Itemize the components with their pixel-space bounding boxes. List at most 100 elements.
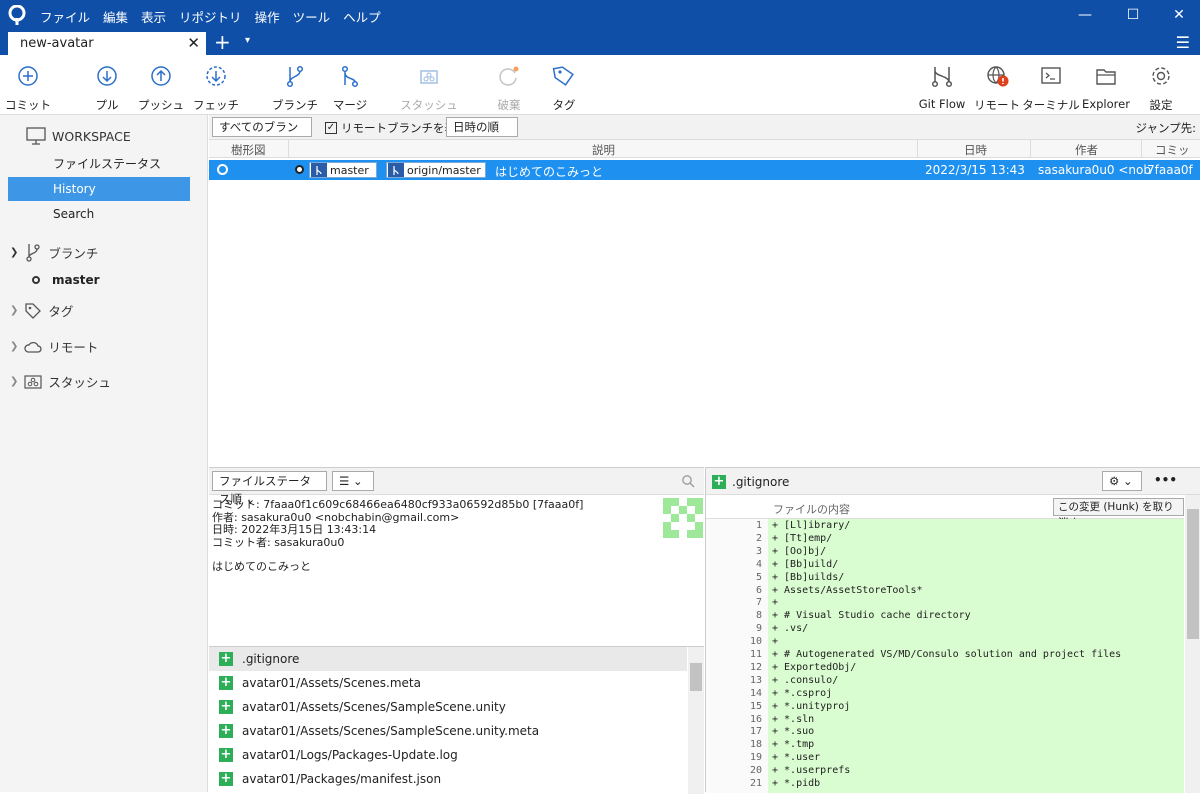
- more-options-icon[interactable]: •••: [1154, 473, 1177, 487]
- column-divider[interactable]: [1030, 140, 1031, 158]
- gitflow-icon: [931, 67, 953, 88]
- column-divider[interactable]: [1141, 140, 1142, 158]
- line-number: 18: [749, 739, 762, 751]
- minimize-button[interactable]: —: [1074, 4, 1096, 26]
- line-code[interactable]: +: [768, 636, 1184, 649]
- column-divider[interactable]: [288, 140, 289, 158]
- commit-button[interactable]: コミット: [0, 63, 58, 113]
- gitflow-button[interactable]: Git Flow: [912, 63, 972, 111]
- tag-icon: [25, 302, 42, 319]
- line-code[interactable]: + ExportedObj/: [768, 661, 1184, 675]
- changed-files-list: + .gitignore + avatar01/Assets/Scenes.meta…: [209, 646, 704, 794]
- col-graph[interactable]: 樹形図: [231, 142, 266, 158]
- tag-button[interactable]: タグ: [534, 63, 594, 113]
- diff-scrollbar[interactable]: [1185, 495, 1200, 793]
- merge-button[interactable]: マージ: [320, 63, 380, 113]
- remote-button[interactable]: リモート: [967, 63, 1027, 113]
- file-sort-dropdown[interactable]: ファイルステータス順 ⌄: [212, 471, 327, 506]
- menu-file[interactable]: ファイル: [40, 7, 90, 26]
- chevron-right-icon: ❯: [10, 305, 19, 316]
- tab-list-dropdown[interactable]: ▾: [245, 35, 250, 46]
- menu-repository[interactable]: リポジトリ: [179, 7, 242, 26]
- diff-line: 9 + .vs/: [706, 623, 1184, 637]
- line-code[interactable]: + # Visual Studio cache directory: [768, 610, 1184, 624]
- file-view-dropdown[interactable]: ☰ ⌄: [332, 471, 374, 491]
- line-code[interactable]: + *.sln: [768, 713, 1184, 727]
- pull-button[interactable]: プル: [77, 63, 137, 113]
- repo-tab[interactable]: new-avatar ✕: [8, 32, 206, 55]
- branch-tag-master: master: [309, 162, 377, 178]
- file-list-scrollbar[interactable]: [688, 647, 704, 794]
- line-code[interactable]: + Assets/AssetStoreTools*: [768, 584, 1184, 598]
- search-icon[interactable]: [681, 474, 695, 488]
- sidebar-branch-master[interactable]: master: [32, 273, 100, 287]
- line-code[interactable]: + .vs/: [768, 623, 1184, 637]
- discard-button[interactable]: 破棄: [479, 63, 539, 113]
- line-code[interactable]: + [Bb]uilds/: [768, 571, 1184, 585]
- scrollbar-thumb[interactable]: [690, 663, 702, 691]
- line-code[interactable]: + *.tmp: [768, 739, 1184, 753]
- col-date[interactable]: 日時: [964, 142, 987, 158]
- sidebar-item-search[interactable]: Search: [8, 202, 190, 226]
- monitor-icon: [26, 127, 46, 145]
- file-row[interactable]: + avatar01/Packages/manifest.json: [209, 767, 687, 791]
- branch-tag-icon: [388, 163, 404, 177]
- explorer-button[interactable]: Explorer: [1076, 63, 1136, 111]
- line-code[interactable]: + *.pidb: [768, 778, 1184, 791]
- line-code[interactable]: + [Tt]emp/: [768, 532, 1184, 546]
- line-code[interactable]: + *.csproj: [768, 687, 1184, 701]
- line-code[interactable]: +: [768, 597, 1184, 611]
- file-row[interactable]: + avatar01/Logs/Packages-Update.log: [209, 743, 687, 767]
- line-code[interactable]: + *.suo: [768, 726, 1184, 740]
- branch-filter-dropdown[interactable]: すべてのブランチ ⌄: [212, 117, 312, 152]
- stash-button[interactable]: スタッシュ: [399, 63, 459, 113]
- sidebar-section-remotes[interactable]: ❯ リモート: [10, 337, 98, 356]
- line-code[interactable]: + *.user: [768, 752, 1184, 766]
- scrollbar-thumb[interactable]: [1187, 509, 1199, 639]
- line-code[interactable]: + [Bb]uild/: [768, 558, 1184, 572]
- line-code[interactable]: + [Oo]bj/: [768, 545, 1184, 559]
- settings-button[interactable]: 設定: [1131, 63, 1191, 113]
- terminal-button[interactable]: ターミナル: [1021, 63, 1081, 113]
- col-author[interactable]: 作者: [1075, 142, 1098, 158]
- added-icon: +: [219, 675, 233, 690]
- new-tab-button[interactable]: +: [214, 30, 231, 54]
- line-code[interactable]: + [Ll]ibrary/: [768, 520, 1184, 533]
- file-row[interactable]: + avatar01/Assets/Scenes.meta: [209, 671, 687, 695]
- sort-order-dropdown[interactable]: 日時の順 ⌄: [446, 117, 518, 152]
- menu-edit[interactable]: 編集: [103, 7, 128, 26]
- menu-help[interactable]: ヘルプ: [343, 7, 381, 26]
- line-code[interactable]: + *.unityproj: [768, 700, 1184, 714]
- fetch-button[interactable]: フェッチ: [186, 63, 246, 113]
- line-number: 12: [749, 661, 762, 673]
- sidebar-section-stashes[interactable]: ❯ スタッシュ: [10, 372, 111, 391]
- menu-actions[interactable]: 操作: [255, 7, 280, 26]
- menu-tools[interactable]: ツール: [293, 7, 331, 26]
- close-tab-icon[interactable]: ✕: [187, 34, 200, 52]
- maximize-button[interactable]: ☐: [1122, 4, 1144, 26]
- app-menu-icon[interactable]: ☰: [1176, 33, 1190, 52]
- sourcetree-logo-icon: [8, 5, 26, 25]
- commit-info: コミット: 7faaa0f1c609c68466ea6480cf933a0659…: [212, 498, 583, 574]
- sidebar-section-branches[interactable]: ❯ ブランチ: [10, 242, 98, 262]
- file-row[interactable]: + avatar01/Assets/Scenes/SampleScene.unit…: [209, 719, 687, 743]
- push-button[interactable]: プッシュ: [131, 63, 191, 113]
- commit-row[interactable]: master origin/master はじめてのこみっと 2022/3/15…: [209, 160, 1200, 180]
- close-window-button[interactable]: ✕: [1168, 4, 1190, 26]
- sidebar-section-tags[interactable]: ❯ タグ: [10, 301, 73, 320]
- sidebar-item-file-status[interactable]: ファイルステータス: [8, 152, 190, 176]
- diff-options-dropdown[interactable]: ⚙ ⌄: [1102, 471, 1142, 491]
- line-code[interactable]: + # Autogenerated VS/MD/Consulo solution…: [768, 649, 1184, 662]
- col-description[interactable]: 説明: [592, 142, 615, 158]
- line-code[interactable]: + *.userprefs: [768, 765, 1184, 778]
- line-code[interactable]: + .consulo/: [768, 674, 1184, 688]
- file-name: avatar01/Packages/manifest.json: [242, 772, 442, 786]
- menu-view[interactable]: 表示: [141, 7, 166, 26]
- sidebar-item-history[interactable]: History: [8, 177, 190, 201]
- line-number: 17: [749, 726, 762, 738]
- discard-hunk-button[interactable]: この変更 (Hunk) を取り消す: [1053, 498, 1184, 529]
- column-divider[interactable]: [917, 140, 918, 158]
- file-row[interactable]: + .gitignore: [209, 647, 687, 671]
- file-row[interactable]: + avatar01/Assets/Scenes/SampleScene.unit…: [209, 695, 687, 719]
- branch-button[interactable]: ブランチ: [265, 63, 325, 113]
